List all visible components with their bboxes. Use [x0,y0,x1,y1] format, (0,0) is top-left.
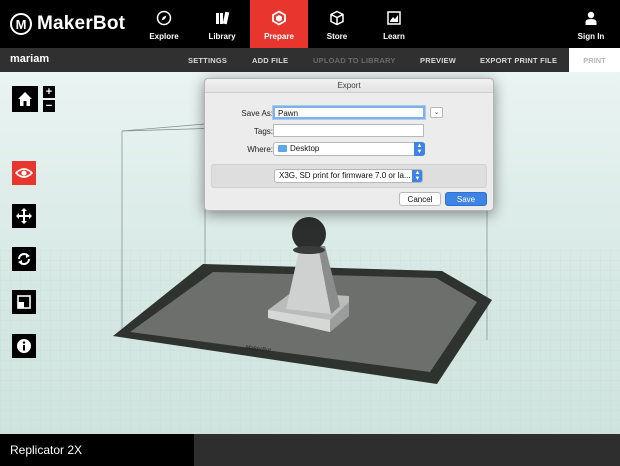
nav-prepare[interactable]: Prepare [250,0,308,48]
prepare-toolbar: mariam SETTINGS ADD FILE UPLOAD TO LIBRA… [0,48,620,72]
scale-tool-button[interactable] [12,290,36,314]
nav-store-label: Store [326,32,348,41]
nav-explore[interactable]: Explore [136,0,192,48]
scale-icon [17,295,31,309]
printer-selector[interactable]: Replicator 2X [0,434,194,466]
expand-dialog-button[interactable]: ⌄ [430,107,443,118]
settings-button[interactable]: SETTINGS [188,56,227,65]
prepare-cube-icon [272,10,286,26]
info-icon [17,339,31,353]
save-as-input[interactable]: Pawn [273,106,425,119]
brand-name: MakerBot [37,13,126,34]
save-button[interactable]: Save [445,192,487,206]
nav-library[interactable]: Library [194,0,250,48]
print-button[interactable]: PRINT [569,48,620,72]
zoom-in-button[interactable]: + [43,86,55,98]
store-cube-icon [330,10,344,26]
top-navigation-bar: M MakerBot Explore Library Prepare Store [0,0,620,48]
learn-book-icon [387,11,401,25]
tags-input[interactable] [273,124,424,137]
format-select-arrows-icon: ▲ ▼ [412,170,422,182]
compass-icon [156,10,172,26]
nav-learn[interactable]: Learn [366,0,422,48]
library-icon [216,11,230,25]
object-info-button[interactable] [12,334,36,358]
tags-label: Tags: [253,127,273,136]
export-dialog: Export Save As: Pawn ⌄ Tags: Where: Desk… [204,78,494,211]
save-as-label: Save As: [241,109,273,118]
makerbot-logo[interactable]: M MakerBot [10,12,125,36]
eye-icon [15,168,33,178]
cancel-button[interactable]: Cancel [399,192,441,206]
preview-button[interactable]: PREVIEW [420,56,456,65]
makerbot-m-icon: M [10,13,32,35]
nav-prepare-label: Prepare [264,32,294,41]
dialog-title: Export [205,79,493,93]
add-file-button[interactable]: ADD FILE [252,56,288,65]
format-panel: X3G, SD print for firmware 7.0 or la... … [211,164,487,188]
where-value: Desktop [290,144,320,153]
username: mariam [10,53,50,65]
select-arrows-icon: ▲ ▼ [414,142,425,156]
rotate-tool-button[interactable] [12,247,36,271]
folder-icon [278,145,287,152]
upload-to-library-button[interactable]: UPLOAD TO LIBRARY [313,56,396,65]
move-arrows-icon [16,208,32,224]
where-label: Where: [247,145,273,154]
nav-library-label: Library [208,32,236,41]
home-icon [18,92,32,106]
nav-explore-label: Explore [149,32,179,41]
zoom-out-button[interactable]: − [43,100,55,112]
rotate-icon [18,253,30,265]
person-icon [585,11,597,25]
nav-store[interactable]: Store [309,0,365,48]
move-tool-button[interactable] [12,204,36,228]
nav-learn-label: Learn [383,32,405,41]
view-tool-button[interactable] [12,161,36,185]
nav-sign-in-label: Sign In [577,32,605,41]
home-view-button[interactable] [12,86,38,112]
where-select[interactable]: Desktop ▲ ▼ [273,142,425,156]
format-value: X3G, SD print for firmware 7.0 or la... [279,171,411,180]
nav-sign-in[interactable]: Sign In [563,0,619,48]
export-print-file-button[interactable]: EXPORT PRINT FILE [480,56,557,65]
format-select[interactable]: X3G, SD print for firmware 7.0 or la... … [274,169,423,183]
